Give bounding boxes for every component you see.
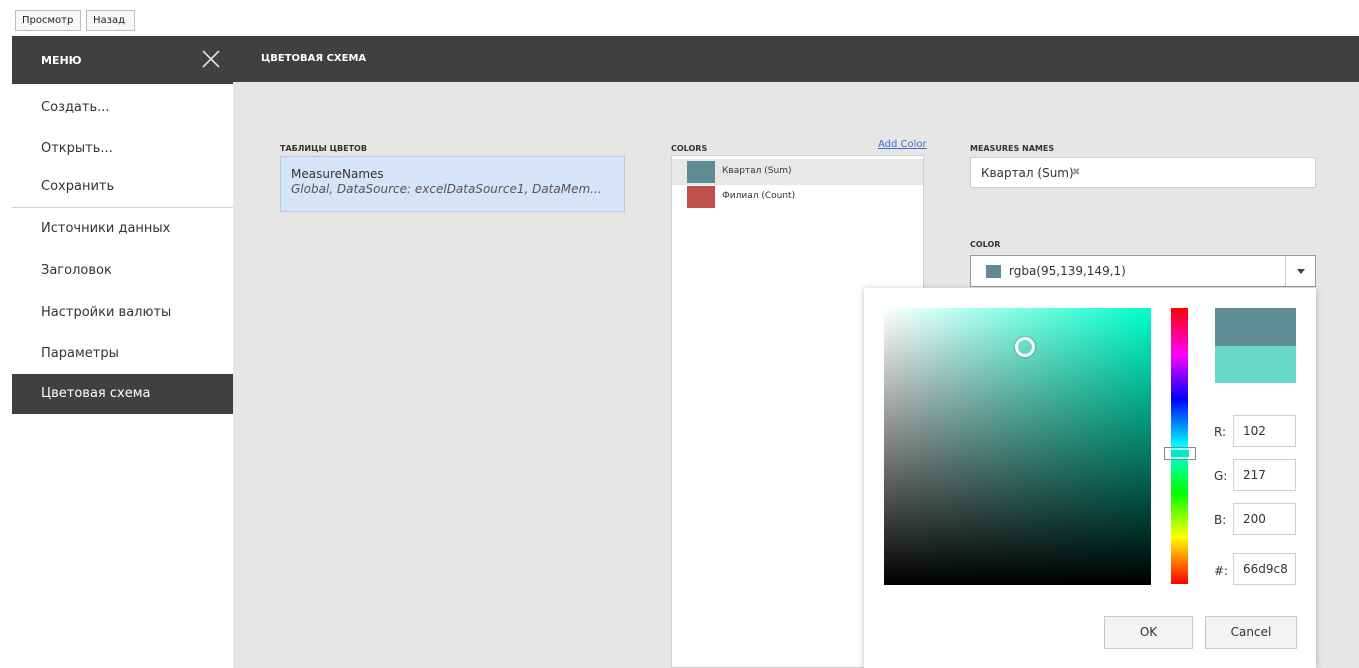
color-tables-label: ТАБЛИЦЫ ЦВЕТОВ bbox=[280, 144, 367, 153]
hue-slider[interactable] bbox=[1171, 308, 1188, 584]
menu-item-title[interactable]: Заголовок bbox=[12, 251, 233, 291]
cancel-button[interactable]: Cancel bbox=[1205, 616, 1297, 649]
saturation-value-area[interactable] bbox=[884, 308, 1151, 585]
hex-label: #: bbox=[1214, 564, 1229, 578]
new-color-preview bbox=[1215, 308, 1296, 346]
color-table-item[interactable]: MeasureNames Global, DataSource: excelDa… bbox=[280, 156, 625, 212]
menu-item-currency[interactable]: Настройки валюты bbox=[12, 293, 233, 333]
red-input[interactable] bbox=[1233, 415, 1296, 447]
main-header: ЦВЕТОВАЯ СХЕМА bbox=[233, 36, 1359, 82]
menu-divider bbox=[12, 207, 233, 208]
menu-item-save[interactable]: Сохранить bbox=[12, 167, 233, 207]
hex-input[interactable] bbox=[1233, 553, 1296, 585]
color-row-quarter[interactable]: Квартал (Sum) bbox=[672, 159, 923, 185]
red-label: R: bbox=[1214, 425, 1227, 439]
measures-names-field[interactable]: Квартал (Sum) ✖ bbox=[970, 157, 1316, 188]
green-label: G: bbox=[1214, 469, 1228, 483]
ok-button[interactable]: OK bbox=[1104, 616, 1193, 649]
remove-tag-icon[interactable]: ✖ bbox=[1072, 167, 1080, 178]
green-input[interactable] bbox=[1233, 459, 1296, 491]
colors-label: COLORS bbox=[671, 144, 708, 153]
saturation-handle[interactable] bbox=[1015, 337, 1035, 357]
close-icon[interactable] bbox=[201, 49, 221, 69]
color-swatch bbox=[687, 161, 715, 183]
color-picker-popup: R: G: B: #: OK Cancel bbox=[864, 288, 1316, 668]
hue-slider-handle[interactable] bbox=[1164, 447, 1196, 460]
measure-tag: Квартал (Sum) bbox=[981, 166, 1074, 180]
menu-item-create[interactable]: Создать... bbox=[12, 88, 233, 128]
menu-header: МЕНЮ bbox=[12, 36, 233, 84]
color-select-swatch bbox=[986, 265, 1001, 278]
blue-input[interactable] bbox=[1233, 503, 1296, 535]
measures-names-label: MEASURES NAMES bbox=[970, 144, 1055, 153]
color-swatch bbox=[687, 186, 715, 208]
menu-title: МЕНЮ bbox=[41, 54, 82, 67]
chevron-down-icon[interactable] bbox=[1285, 256, 1315, 286]
blue-label: B: bbox=[1214, 513, 1227, 527]
add-color-link[interactable]: Add Color bbox=[878, 139, 927, 150]
menu-item-data-sources[interactable]: Источники данных bbox=[12, 209, 233, 249]
back-button[interactable]: Назад bbox=[86, 10, 135, 31]
menu-item-parameters[interactable]: Параметры bbox=[12, 334, 233, 374]
side-menu: МЕНЮ Создать... Открыть... Сохранить Ист… bbox=[0, 36, 233, 668]
color-select-value: rgba(95,139,149,1) bbox=[1009, 264, 1126, 278]
color-table-description: Global, DataSource: excelDataSource1, Da… bbox=[291, 182, 602, 196]
color-label: COLOR bbox=[970, 240, 1001, 249]
color-row-branch[interactable]: Филиал (Count) bbox=[672, 184, 923, 210]
preview-button[interactable]: Просмотр bbox=[15, 10, 81, 31]
menu-item-open[interactable]: Открыть... bbox=[12, 129, 233, 169]
color-row-label: Филиал (Count) bbox=[722, 191, 796, 201]
old-color-preview bbox=[1215, 346, 1296, 383]
page-title: ЦВЕТОВАЯ СХЕМА bbox=[261, 53, 367, 64]
top-toolbar: Просмотр Назад bbox=[0, 0, 1359, 36]
color-row-label: Квартал (Sum) bbox=[722, 166, 792, 176]
color-select[interactable]: rgba(95,139,149,1) bbox=[970, 255, 1316, 287]
color-table-name: MeasureNames bbox=[291, 167, 384, 181]
menu-item-color-scheme[interactable]: Цветовая схема bbox=[12, 374, 233, 414]
